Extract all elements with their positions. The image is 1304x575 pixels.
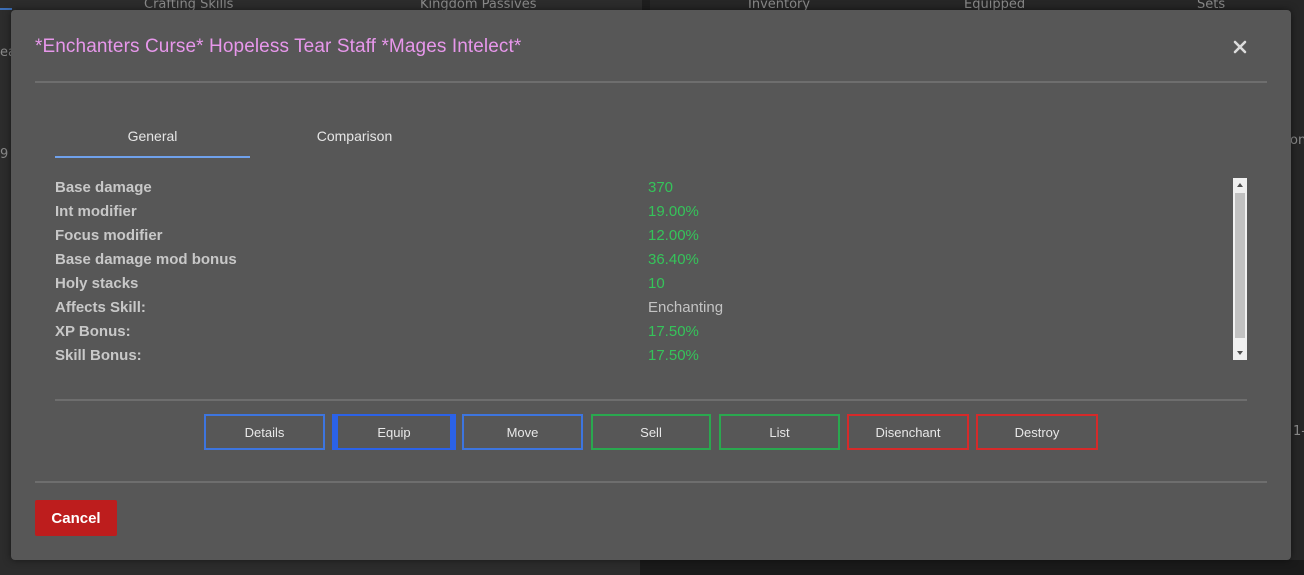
stat-value: 10 — [648, 275, 665, 292]
stat-row: Affects Skill: Enchanting — [55, 298, 1230, 322]
background-text-fragment: 1- — [1293, 424, 1304, 439]
stats-panel[interactable]: Base damage 370 Int modifier 19.00% Focu… — [55, 178, 1247, 360]
sell-button-label: Sell — [640, 424, 662, 440]
stat-label: Skill Bonus: — [55, 347, 142, 360]
disenchant-button-label: Disenchant — [875, 424, 941, 440]
move-button[interactable]: Move — [462, 414, 583, 450]
sell-button[interactable]: Sell — [591, 414, 711, 450]
footer-divider — [35, 481, 1267, 483]
stat-label: Affects Skill: — [55, 299, 146, 316]
background-active-indicator — [0, 8, 12, 10]
close-button[interactable] — [1229, 36, 1251, 58]
stat-value: Enchanting — [648, 299, 724, 316]
triangle-down-icon — [1237, 351, 1243, 355]
stat-label: Holy stacks — [55, 275, 139, 292]
details-button-label: Details — [244, 424, 285, 440]
stat-label: Focus modifier — [55, 227, 163, 244]
stat-row: Base damage mod bonus 36.40% — [55, 250, 1230, 274]
move-button-label: Move — [506, 424, 539, 440]
stat-value: 17.50% — [648, 323, 699, 340]
stat-value: 17.50% — [648, 347, 699, 360]
background-text-fragment: on — [1290, 133, 1304, 148]
stat-label: Base damage mod bonus — [55, 251, 237, 268]
stat-row: Holy stacks 10 — [55, 274, 1230, 298]
header-divider — [35, 81, 1267, 83]
stat-row: Focus modifier 12.00% — [55, 226, 1230, 250]
stat-value: 370 — [648, 179, 674, 196]
background-footer-right — [640, 560, 1304, 575]
triangle-up-icon — [1237, 183, 1243, 187]
list-button[interactable]: List — [719, 414, 840, 450]
background-footer-left — [0, 560, 616, 575]
tab-comparison[interactable]: Comparison — [257, 128, 452, 158]
stat-value: 12.00% — [648, 227, 699, 244]
stat-label: Int modifier — [55, 203, 137, 220]
disenchant-button[interactable]: Disenchant — [847, 414, 969, 450]
actions-divider — [55, 399, 1247, 401]
stat-value: 19.00% — [648, 203, 699, 220]
item-details-modal: *Enchanters Curse* Hopeless Tear Staff *… — [11, 10, 1291, 560]
tab-general-label: General — [127, 128, 178, 144]
cancel-button[interactable]: Cancel — [35, 500, 117, 536]
details-button[interactable]: Details — [204, 414, 325, 450]
background-text-fragment: 9 — [0, 147, 9, 162]
list-button-label: List — [769, 424, 790, 440]
stat-row: XP Bonus: 17.50% — [55, 322, 1230, 346]
stat-row: Base damage 370 — [55, 178, 1230, 202]
stat-row: Int modifier 19.00% — [55, 202, 1230, 226]
scroll-thumb[interactable] — [1235, 193, 1245, 338]
stat-value: 36.40% — [648, 251, 699, 268]
stats-list: Base damage 370 Int modifier 19.00% Focu… — [55, 178, 1230, 360]
close-icon — [1233, 40, 1247, 54]
tab-comparison-label: Comparison — [316, 128, 393, 144]
stat-row: Skill Bonus: 17.50% — [55, 346, 1230, 360]
scroll-up-arrow[interactable] — [1233, 178, 1247, 192]
modal-title: *Enchanters Curse* Hopeless Tear Staff *… — [35, 36, 522, 57]
destroy-button[interactable]: Destroy — [976, 414, 1098, 450]
destroy-button-label: Destroy — [1014, 424, 1060, 440]
equip-button[interactable]: Equip — [332, 414, 456, 450]
equip-button-label: Equip — [377, 424, 411, 440]
stat-label: Base damage — [55, 179, 152, 196]
stats-scrollbar[interactable] — [1233, 178, 1247, 360]
scroll-down-arrow[interactable] — [1233, 346, 1247, 360]
stat-label: XP Bonus: — [55, 323, 131, 340]
tab-general[interactable]: General — [55, 128, 250, 158]
